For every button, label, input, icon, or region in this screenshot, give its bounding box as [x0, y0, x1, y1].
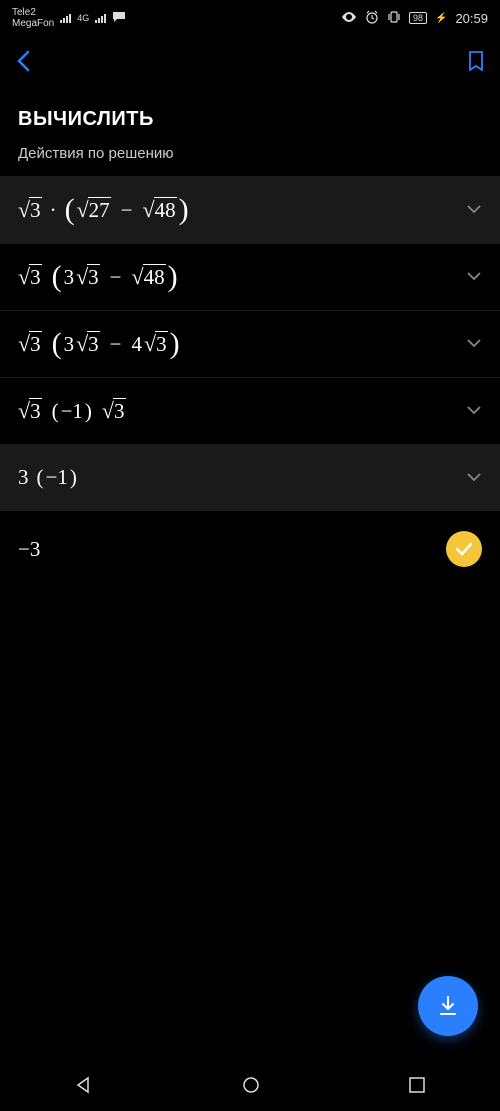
carrier-names: Tele2 MegaFon: [12, 7, 54, 29]
app-header: [0, 36, 500, 90]
page-title: ВЫЧИСЛИТЬ: [18, 108, 482, 131]
final-answer: −3: [18, 537, 40, 562]
vibrate-icon: [387, 10, 401, 27]
battery-percent: 98: [413, 13, 423, 23]
solution-final[interactable]: −3: [0, 510, 500, 587]
solution-step-5[interactable]: 3 (−1): [0, 444, 500, 510]
chevron-down-icon: [466, 469, 482, 487]
clock-time: 20:59: [455, 11, 488, 26]
solution-step-3[interactable]: √3 ( 3 √3 − 4 √3 ): [0, 310, 500, 377]
nav-back-button[interactable]: [74, 1075, 94, 1100]
status-right: 98 ⚡ 20:59: [341, 10, 488, 27]
math-expression: √3 · ( √27 − √48 ): [18, 197, 189, 223]
system-nav-bar: [0, 1063, 500, 1111]
math-expression: 3 (−1): [18, 465, 77, 490]
math-expression: √3 (−1) √3: [18, 398, 126, 424]
nav-home-button[interactable]: [241, 1075, 261, 1100]
status-bar: Tele2 MegaFon 4G 98: [0, 0, 500, 36]
chevron-down-icon: [466, 335, 482, 353]
carrier-1: Tele2: [12, 7, 54, 18]
chat-icon: [112, 11, 126, 26]
chevron-down-icon: [466, 268, 482, 286]
eye-icon: [341, 12, 357, 25]
signal-icon: [60, 13, 71, 23]
title-section: ВЫЧИСЛИТЬ: [0, 90, 500, 135]
bookmark-button[interactable]: [468, 51, 484, 76]
battery-icon: 98: [409, 12, 427, 24]
check-badge: [446, 531, 482, 567]
chevron-down-icon: [466, 402, 482, 420]
status-left: Tele2 MegaFon 4G: [12, 7, 126, 29]
math-expression: √3 ( 3 √3 − √48 ): [18, 264, 178, 290]
network-type: 4G: [77, 13, 89, 23]
subtitle: Действия по решению: [0, 135, 500, 176]
download-fab[interactable]: [418, 976, 478, 1036]
back-button[interactable]: [16, 47, 30, 79]
carrier-2: MegaFon: [12, 18, 54, 29]
chevron-down-icon: [466, 201, 482, 219]
solution-step-1[interactable]: √3 · ( √27 − √48 ): [0, 176, 500, 243]
solution-step-2[interactable]: √3 ( 3 √3 − √48 ): [0, 243, 500, 310]
signal-icon-2: [95, 13, 106, 23]
math-expression: √3 ( 3 √3 − 4 √3 ): [18, 331, 180, 357]
alarm-icon: [365, 10, 379, 27]
charging-icon: ⚡: [435, 13, 447, 24]
solution-step-4[interactable]: √3 (−1) √3: [0, 377, 500, 444]
download-icon: [436, 994, 460, 1018]
nav-recent-button[interactable]: [408, 1076, 426, 1099]
